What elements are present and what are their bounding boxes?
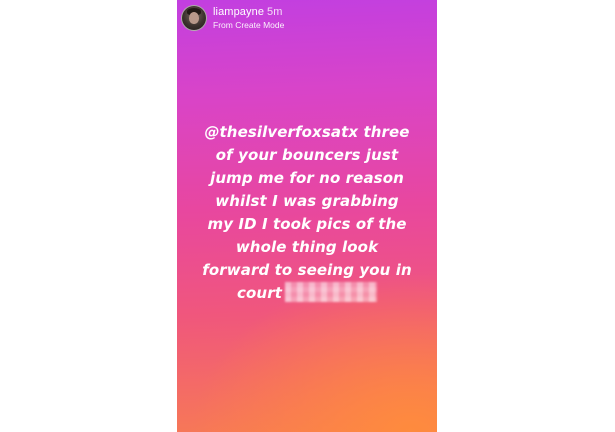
redacted-blur (284, 282, 377, 302)
message-line: of your bouncers just (215, 146, 399, 164)
username-line[interactable]: liampayne 5m (213, 6, 283, 18)
username[interactable]: liampayne (213, 6, 264, 18)
message-line: @thesilverfoxsatx three (204, 123, 410, 141)
message-last-line: court (177, 282, 437, 305)
story-message: @thesilverfoxsatx three of your bouncers… (177, 121, 437, 305)
message-line: my ID I took pics of the (207, 215, 407, 233)
story-subtitle: From Create Mode (213, 20, 285, 30)
message-line: whole thing look (235, 238, 379, 256)
story-card[interactable]: liampayne 5m From Create Mode @thesilverf… (177, 0, 437, 432)
message-line: forward to seeing you in (202, 261, 412, 279)
post-time: 5m (267, 6, 283, 18)
message-line: court (237, 284, 282, 302)
avatar[interactable] (181, 5, 207, 31)
avatar-face (189, 12, 199, 24)
story-header: liampayne 5m From Create Mode (177, 0, 437, 40)
message-line: whilst I was grabbing (215, 192, 399, 210)
message-line: jump me for no reason (210, 169, 404, 187)
